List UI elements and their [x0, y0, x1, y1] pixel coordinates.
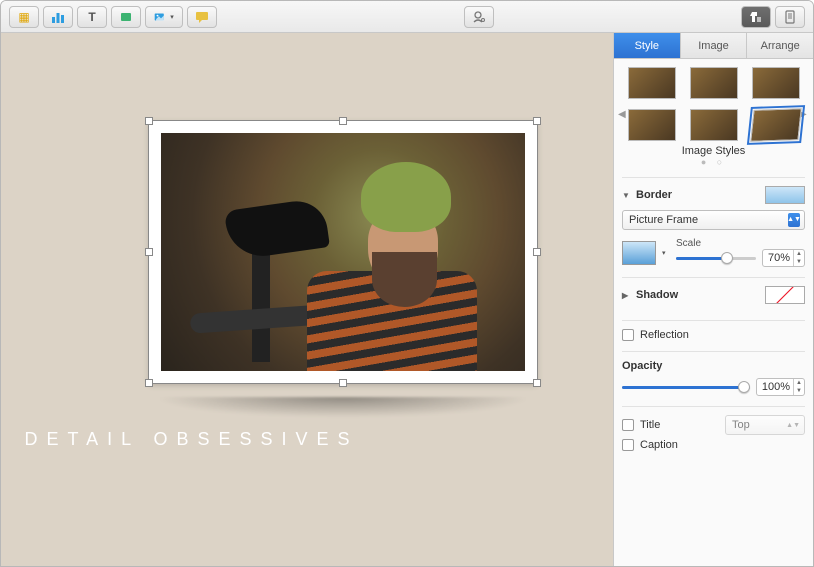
opacity-step-up[interactable]: ▲	[794, 379, 804, 387]
opacity-section: Opacity 100% ▲ ▼	[622, 351, 805, 396]
scale-field[interactable]: 70% ▲ ▼	[762, 249, 805, 267]
title-position-value: Top	[732, 419, 750, 431]
format-inspector: Style Image Arrange ◀ ▶ Image S	[613, 33, 813, 566]
opacity-step-down[interactable]: ▼	[794, 387, 804, 395]
toolbar: ▦ T ▾	[1, 1, 813, 33]
title-caption-section: Title Top ▲▼ Caption	[622, 406, 805, 451]
slide-canvas[interactable]: DETAIL OBSESSIVES	[1, 33, 613, 566]
reflection-label: Reflection	[640, 329, 689, 341]
title-label: Title	[640, 419, 660, 431]
resize-handle-b[interactable]	[339, 379, 347, 387]
selected-image[interactable]	[149, 121, 537, 383]
image-style-thumb[interactable]	[690, 67, 738, 99]
frame-style-menu[interactable]: ▾	[662, 249, 670, 257]
reflection-checkbox[interactable]	[622, 329, 634, 341]
border-type-dropdown[interactable]: Picture Frame ▲▼	[622, 210, 805, 230]
toolbar-text-button[interactable]: T	[77, 6, 107, 28]
chevron-updown-icon: ▲▼	[788, 213, 800, 227]
toolbar-chart-button[interactable]	[43, 6, 73, 28]
caption-label: Caption	[640, 439, 678, 451]
frame-style-swatch[interactable]	[622, 241, 656, 265]
opacity-value: 100%	[757, 381, 793, 393]
border-disclosure[interactable]: ▼	[622, 191, 632, 200]
reflection-section: Reflection	[622, 320, 805, 341]
scale-slider[interactable]	[676, 251, 756, 265]
image-style-thumb[interactable]	[628, 109, 676, 141]
scale-value: 70%	[763, 252, 793, 264]
toolbar-comment-button[interactable]	[187, 6, 217, 28]
title-position-dropdown[interactable]: Top ▲▼	[725, 415, 805, 435]
caption-checkbox[interactable]	[622, 439, 634, 451]
opacity-field[interactable]: 100% ▲ ▼	[756, 378, 805, 396]
opacity-slider[interactable]	[622, 380, 750, 394]
resize-handle-tr[interactable]	[533, 117, 541, 125]
toolbar-table-button[interactable]: ▦	[9, 6, 39, 28]
toolbar-document-button[interactable]	[775, 6, 805, 28]
border-preview-swatch[interactable]	[765, 186, 805, 204]
image-styles-grid	[622, 67, 805, 141]
slide-caption[interactable]: DETAIL OBSESSIVES	[1, 429, 382, 450]
image-style-thumb[interactable]	[628, 67, 676, 99]
image-shadow	[144, 397, 543, 418]
shadow-label: Shadow	[636, 289, 678, 301]
image-style-thumb[interactable]	[750, 108, 802, 142]
resize-handle-l[interactable]	[145, 248, 153, 256]
styles-prev-arrow[interactable]: ◀	[618, 109, 628, 120]
scale-label: Scale	[676, 238, 805, 249]
opacity-label: Opacity	[622, 360, 805, 372]
inspector-tabs: Style Image Arrange	[614, 33, 813, 59]
resize-handle-br[interactable]	[533, 379, 541, 387]
resize-handle-tl[interactable]	[145, 117, 153, 125]
image-style-thumb[interactable]	[690, 109, 738, 141]
toolbar-media-button[interactable]: ▾	[145, 6, 183, 28]
toolbar-shape-button[interactable]	[111, 6, 141, 28]
toolbar-format-button[interactable]	[741, 6, 771, 28]
border-section: ▼ Border Picture Frame ▲▼ ▾ Scale	[622, 177, 805, 267]
resize-handle-t[interactable]	[339, 117, 347, 125]
resize-handle-bl[interactable]	[145, 379, 153, 387]
resize-handle-r[interactable]	[533, 248, 541, 256]
image-style-thumb[interactable]	[752, 67, 800, 99]
toolbar-collaborate-button[interactable]	[464, 6, 494, 28]
shadow-preview-swatch[interactable]	[765, 286, 805, 304]
shadow-section: ▶ Shadow	[622, 277, 805, 310]
scale-step-down[interactable]: ▼	[794, 258, 804, 266]
styles-page-dots[interactable]: ● ○	[622, 157, 805, 167]
image-content	[161, 133, 525, 371]
title-checkbox[interactable]	[622, 419, 634, 431]
tab-style[interactable]: Style	[614, 33, 681, 58]
tab-arrange[interactable]: Arrange	[747, 33, 813, 58]
tab-image[interactable]: Image	[681, 33, 748, 58]
chevron-updown-icon: ▲▼	[786, 422, 800, 429]
border-label: Border	[636, 189, 672, 201]
scale-step-up[interactable]: ▲	[794, 250, 804, 258]
image-styles-label: Image Styles	[622, 145, 805, 157]
shadow-disclosure[interactable]: ▶	[622, 291, 632, 300]
border-type-value: Picture Frame	[629, 214, 698, 226]
